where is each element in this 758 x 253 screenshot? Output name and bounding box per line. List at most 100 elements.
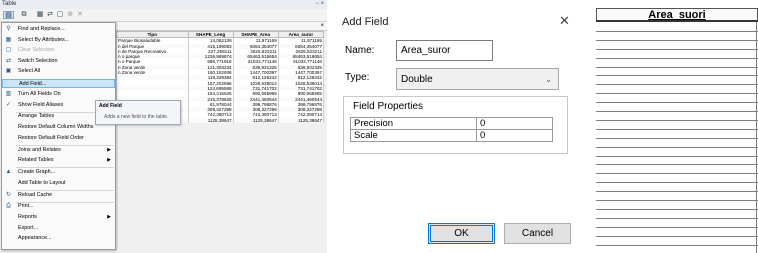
menu-item-select-all[interactable]: ▣ Select All — [2, 67, 115, 76]
menu-item-add-field[interactable]: Add Field... — [2, 79, 115, 89]
menu-item-label: Restore Default Column Widths — [18, 124, 94, 130]
menu-item-label: Appearance... — [18, 235, 52, 242]
tooltip-title: Add Field — [99, 103, 122, 109]
menu-item-print[interactable]: ⎙ Print... — [2, 202, 115, 211]
menu-item-switch-selection[interactable]: ⇄ Switch Selection — [2, 57, 115, 66]
menu-item-label: Reload Cache — [18, 191, 53, 198]
column-cell-divider — [596, 164, 758, 166]
menu-item-related-tables[interactable]: Related Tables ▶ — [2, 156, 115, 165]
menu-item-label: Switch Selection — [18, 57, 58, 64]
menu-item-create-graph[interactable]: ▲ Create Graph... — [2, 168, 115, 177]
column-cell-divider — [596, 128, 758, 130]
column-cell-divider — [596, 217, 758, 219]
menu-item-restore-default-field-order[interactable]: Restore Default Field Order — [2, 134, 115, 143]
add-field-dialog: Add Field ✕ Name: Area_suror Type: Doubl… — [333, 0, 582, 253]
column-cell-divider — [596, 48, 758, 50]
type-label: Type: — [345, 72, 370, 83]
column-cell-divider — [596, 93, 758, 95]
column-cell-divider — [596, 57, 758, 59]
tooltip-description: Adds a new field to the table. — [104, 114, 169, 120]
column-cell-divider — [596, 119, 758, 121]
property-value-precision[interactable]: 0 — [476, 117, 553, 130]
menu-item-label: Find and Replace... — [18, 26, 65, 32]
fields-on-icon: ▥ — [5, 90, 12, 97]
submenu-arrow-icon: ▶ — [107, 157, 111, 164]
new-field-column-view: Area_suori — [596, 0, 758, 253]
clear-selection-icon[interactable]: ▢ — [56, 11, 64, 19]
table-cell: 1125,38647 — [187, 117, 234, 124]
menu-item-label: Related Tables — [18, 157, 54, 164]
column-cell-divider — [596, 244, 758, 246]
field-name-input[interactable]: Area_suror — [396, 40, 493, 61]
menu-item-turn-all-fields-on[interactable]: ▥ Turn All Fields On — [2, 90, 115, 99]
clear-selection-icon: ▢ — [5, 47, 12, 54]
column-cell-divider — [596, 208, 758, 210]
graph-icon: ▲ — [5, 169, 12, 175]
column-cell-divider — [596, 155, 758, 157]
menu-item-label: Arrange Tables — [18, 113, 55, 120]
column-cell-divider — [596, 84, 758, 86]
table-options-menu: ⚲ Find and Replace... ▦ Select By Attribute… — [1, 22, 116, 250]
close-icon[interactable]: ✕ — [559, 13, 570, 29]
column-header-area-suori[interactable]: Area_suori — [596, 8, 758, 22]
cancel-button[interactable]: Cancel — [504, 223, 571, 244]
column-cell-divider — [596, 30, 758, 32]
menu-item-appearance[interactable]: Appearance... — [2, 234, 115, 243]
select-by-attributes-icon[interactable]: ▦ — [36, 11, 44, 19]
menu-item-label: Add Table to Layout — [18, 179, 66, 186]
column-cell-divider — [596, 39, 758, 41]
column-cell-divider — [596, 182, 758, 184]
menu-item-label: Reports — [18, 214, 37, 220]
ok-button[interactable]: OK — [428, 223, 495, 244]
switch-selection-icon: ⇄ — [5, 57, 12, 64]
checkmark-icon: ✓ — [5, 101, 12, 108]
column-cell-divider — [596, 200, 758, 201]
property-name: Precision — [350, 117, 477, 130]
property-row-scale: Scale 0 — [350, 129, 553, 142]
menu-item-label: Export... — [18, 224, 39, 231]
property-value-scale[interactable]: 0 — [476, 129, 553, 142]
menu-item-label: Select By Attributes... — [18, 36, 70, 43]
table-window-title: Table — [0, 0, 327, 9]
submenu-arrow-icon: ▶ — [107, 146, 111, 153]
menu-item-label: Turn All Fields On — [18, 90, 61, 97]
name-label: Name: — [345, 45, 375, 56]
add-field-tooltip: Add Field Adds a new field to the table. — [95, 100, 181, 125]
field-properties-grid: Precision 0 Scale 0 — [350, 117, 553, 142]
menu-item-label: Create Graph... — [18, 169, 56, 175]
dialog-title: Add Field — [342, 16, 389, 28]
select-all-icon: ▣ — [5, 68, 12, 75]
window-pin-close-buttons[interactable]: − × — [315, 0, 324, 9]
column-cell-divider — [596, 173, 758, 175]
submenu-arrow-icon: ▶ — [107, 214, 111, 220]
column-cell-divider — [596, 66, 758, 68]
binoculars-icon: ⚲ — [6, 26, 11, 32]
menu-item-joins-and-relates[interactable]: Joins and Relates ▶ — [2, 146, 115, 155]
menu-item-clear-selection[interactable]: ▢ Clear Selection — [2, 46, 115, 55]
zoom-to-selected-icon[interactable]: ⊕ — [66, 11, 74, 19]
menu-item-reload-cache[interactable]: ↻ Reload Cache — [2, 191, 115, 200]
table-cell: 1125,38647 — [232, 117, 279, 124]
column-cell-divider — [596, 111, 758, 112]
menu-item-find-and-replace[interactable]: ⚲ Find and Replace... — [2, 25, 115, 34]
table-tab-bar: × — [116, 22, 327, 31]
menu-item-label: Show Field Aliases — [18, 101, 64, 108]
switch-selection-icon[interactable]: ⇄ — [46, 11, 54, 19]
field-type-select[interactable]: Double ⌄ — [396, 68, 559, 90]
delete-selected-icon[interactable]: ✕ — [76, 11, 84, 19]
related-tables-icon[interactable]: ⧉ — [20, 11, 28, 19]
print-icon: ⎙ — [6, 203, 11, 210]
column-cell-divider — [596, 226, 758, 228]
menu-item-select-by-attributes[interactable]: ▦ Select By Attributes... — [2, 36, 115, 45]
column-cell-divider — [596, 75, 758, 77]
table-toolbar: ▤ ⧉ ▦ ⇄ ▢ ⊕ ✕ — [0, 9, 327, 22]
table-options-icon[interactable]: ▤ — [3, 11, 14, 19]
field-type-value: Double — [401, 74, 433, 85]
reload-icon: ↻ — [5, 191, 12, 198]
property-name: Scale — [350, 129, 477, 142]
menu-item-reports[interactable]: Reports ▶ — [2, 213, 115, 222]
menu-item-add-table-to-layout[interactable]: Add Table to Layout — [2, 179, 115, 188]
menu-item-export[interactable]: Export... — [2, 224, 115, 233]
close-icon[interactable]: × — [320, 22, 324, 31]
menu-item-label: Print... — [18, 203, 34, 210]
